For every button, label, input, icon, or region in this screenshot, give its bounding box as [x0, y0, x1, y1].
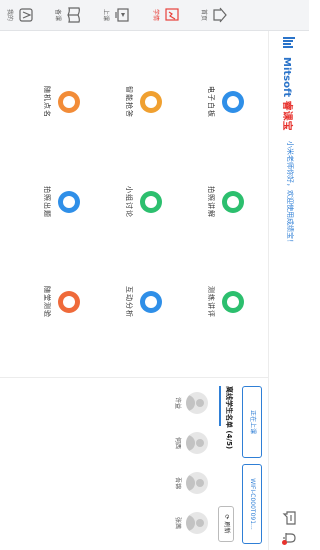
tool-class-quiz[interactable]: 随堂测验: [23, 259, 90, 345]
logo-text: Mitsoft 睿课宝: [281, 57, 296, 131]
logo-icon: [283, 37, 295, 48]
logo-brand: Mitsoft: [281, 57, 292, 98]
group-discuss-icon: [140, 191, 162, 213]
logo-name: 睿课宝: [281, 100, 292, 131]
random-call-icon: [58, 91, 80, 113]
tool-label: 拍照讲解: [207, 186, 215, 218]
notification-dot: [282, 540, 287, 545]
tool-label: 随堂测验: [43, 286, 51, 318]
mine-icon: [19, 8, 33, 22]
student-item[interactable]: 张茜: [164, 506, 208, 540]
tool-practice-review[interactable]: 测练讲评: [187, 259, 254, 345]
student-item[interactable]: 许益: [164, 386, 208, 420]
main-content: Mitsoft 睿课宝 小米老师你好，欢迎使用成绩宝！ 电子白板 智能抢答 随机…: [0, 31, 309, 550]
tool-label: 拍照出题: [43, 186, 51, 218]
student-item[interactable]: 吾锦: [164, 466, 208, 500]
sidebar-item-prepare[interactable]: 备课: [45, 0, 89, 30]
sidebar-item-label: 上课: [102, 8, 109, 21]
tool-electronic-whiteboard[interactable]: 电子白板: [187, 59, 254, 145]
right-panel: 正在上课 WIFI-C000T091... 离线学生名单 (4/5) ⟳ 刷新 …: [0, 377, 268, 550]
student-name: 吾锦: [174, 476, 181, 489]
avatar: [186, 512, 208, 534]
sidebar-item-home[interactable]: 首页: [191, 0, 235, 30]
book-icon: [67, 7, 80, 23]
tool-label: 小组讨论: [125, 186, 133, 218]
in-class-button[interactable]: 正在上课: [242, 386, 262, 458]
roster-title: 离线学生名单 (4/5): [225, 386, 233, 450]
tool-group-discuss[interactable]: 小组讨论: [105, 159, 172, 245]
avatar: [186, 392, 208, 414]
refresh-button[interactable]: ⟳ 刷新: [218, 506, 234, 542]
sidebar-item-class[interactable]: 上课: [93, 0, 137, 30]
refresh-icon: ⟳: [223, 514, 230, 520]
photo-question-icon: [58, 191, 80, 213]
answer-icon: [140, 91, 162, 113]
tool-photo-explain[interactable]: 拍照讲解: [187, 159, 254, 245]
avatar: [186, 472, 208, 494]
tool-random-call[interactable]: 随机点名: [23, 59, 90, 145]
photo-explain-icon: [222, 191, 244, 213]
top-bar: Mitsoft 睿课宝 小米老师你好，欢迎使用成绩宝！: [268, 31, 309, 550]
tool-smart-answer[interactable]: 智能抢答: [105, 59, 172, 145]
tool-photo-question[interactable]: 拍照出题: [23, 159, 90, 245]
sidebar-item-label: 我的: [6, 8, 13, 21]
whiteboard-icon: [222, 91, 244, 113]
sidebar-item-mine[interactable]: 我的: [0, 0, 41, 30]
sidebar: 首页 学情 上课 备课 我的: [0, 0, 309, 31]
home-icon: [213, 7, 227, 23]
greeting-text: 小米老师你好，欢迎使用成绩宝！: [286, 141, 294, 246]
student-name: 何西: [174, 436, 181, 449]
study-status-icon: [165, 8, 179, 21]
chat-icon[interactable]: [281, 509, 299, 527]
wifi-button[interactable]: WIFI-C000T091...: [242, 464, 262, 544]
tool-label: 电子白板: [207, 86, 215, 118]
sidebar-item-study[interactable]: 学情: [143, 0, 187, 30]
quiz-icon: [58, 291, 80, 313]
tool-label: 互动分析: [125, 286, 133, 318]
roster-tab-indicator: [219, 386, 221, 426]
tool-label: 测练讲评: [207, 286, 215, 318]
tool-label: 智能抢答: [125, 86, 133, 118]
app-screen: 首页 学情 上课 备课 我的 Mitsoft 睿课宝 小米老师你好，欢迎使用成绩…: [0, 0, 309, 550]
analysis-icon: [140, 291, 162, 313]
class-icon: [115, 8, 129, 22]
tool-label: 随机点名: [43, 86, 51, 118]
sidebar-item-label: 备课: [54, 8, 61, 21]
student-name: 张茜: [174, 516, 181, 529]
sidebar-item-label: 首页: [200, 8, 207, 21]
practice-review-icon: [222, 291, 244, 313]
tool-grid: 电子白板 智能抢答 随机点名 拍照讲解 小组讨论 拍照出题 测练讲评 互动分析 …: [0, 31, 268, 376]
student-name: 许益: [174, 396, 181, 409]
student-item[interactable]: 何西: [164, 426, 208, 460]
avatar: [186, 432, 208, 454]
tool-interaction-analysis[interactable]: 互动分析: [105, 259, 172, 345]
sidebar-item-label: 学情: [152, 8, 159, 21]
refresh-label: 刷新: [223, 521, 230, 534]
